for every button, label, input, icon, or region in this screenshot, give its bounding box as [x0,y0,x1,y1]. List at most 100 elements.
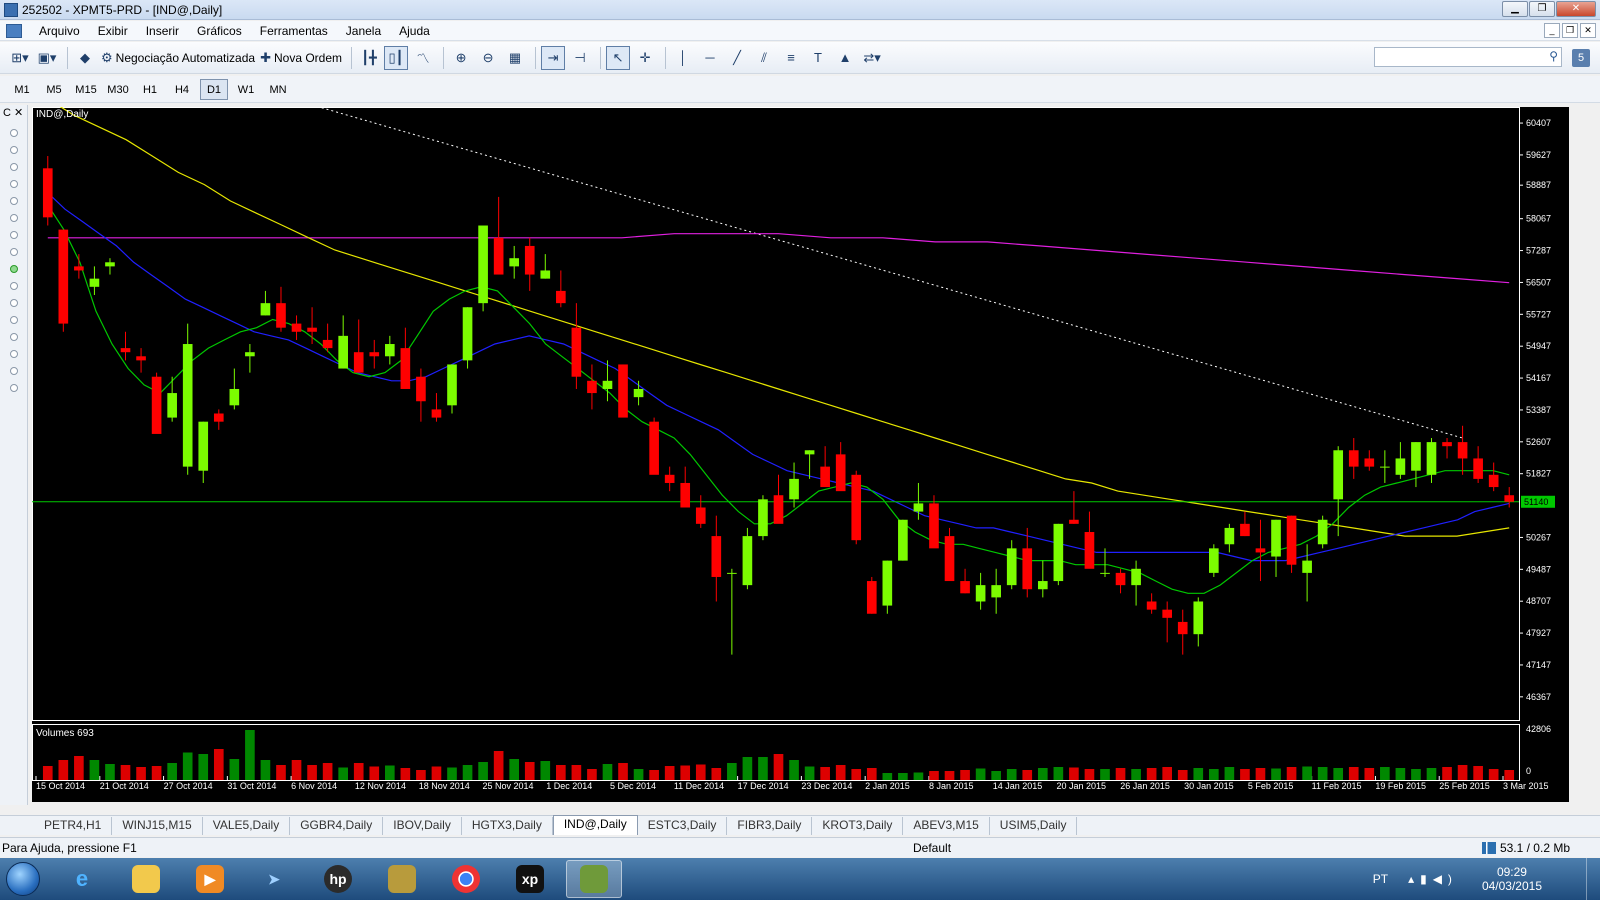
tab-usim5[interactable]: USIM5,Daily [990,817,1078,835]
text-icon[interactable]: T [806,46,830,70]
tab-hgtx3[interactable]: HGTX3,Daily [462,817,553,835]
timeframe-h1[interactable]: H1 [136,79,164,100]
panel-item-icon[interactable] [9,282,18,290]
timeframe-m15[interactable]: M15 [72,79,100,100]
horizontal-line-icon[interactable]: ─ [698,46,722,70]
tab-fibr3[interactable]: FIBR3,Daily [727,817,813,835]
taskbar-chrome[interactable] [438,860,494,898]
child-window-icon[interactable] [6,23,22,38]
panel-item-icon[interactable] [9,367,18,375]
new-order-button[interactable]: ✚ Nova Ordem [259,46,343,70]
new-chart-icon[interactable]: ⊞▾ [8,46,32,70]
close-button[interactable]: ✕ [1556,1,1596,17]
tab-abev3[interactable]: ABEV3,M15 [903,817,990,835]
tile-windows-icon[interactable]: ▦ [503,46,527,70]
tab-krot3[interactable]: KROT3,Daily [812,817,904,835]
fibonacci-icon[interactable]: ≡ [779,46,803,70]
vertical-line-icon[interactable]: │ [671,46,695,70]
panel-item-icon[interactable] [9,214,18,222]
search-icon[interactable]: ⚲ [1549,49,1558,63]
crosshair-icon[interactable]: ✛ [633,46,657,70]
taskbar-ie[interactable]: e [54,860,110,898]
candlestick-chart[interactable]: 60407 59627 58887 58067 57287 56507 55727 54947… [32,107,1569,802]
start-button[interactable] [0,858,46,900]
language-indicator[interactable]: PT [1373,872,1388,886]
auto-scroll-icon[interactable]: ⇥ [541,45,566,70]
taskbar-tool[interactable] [374,860,430,898]
profile-name[interactable]: Default [913,841,951,855]
timeframe-m1[interactable]: M1 [8,79,36,100]
menu-ferramentas[interactable]: Ferramentas [251,24,337,38]
tab-winj15[interactable]: WINJ15,M15 [112,817,203,835]
panel-close-icon[interactable]: ✕ [14,107,23,119]
chart-shift-icon[interactable]: ⊣ [568,46,592,70]
tab-petr4[interactable]: PETR4,H1 [34,817,113,835]
channel-icon[interactable]: ⫽ [752,46,776,70]
cursor-icon[interactable]: ↖ [606,45,631,70]
panel-item-icon[interactable] [9,350,18,358]
bar-chart-icon[interactable]: ┃╋ [357,46,381,70]
maximize-button[interactable]: ❐ [1529,1,1555,17]
tab-ind[interactable]: IND@,Daily [552,815,638,835]
shapes-icon[interactable]: ⇄▾ [860,46,884,70]
volume-bar [1084,769,1095,780]
menu-inserir[interactable]: Inserir [137,24,188,38]
panel-item-icon[interactable] [9,163,18,171]
trendline-icon[interactable]: ╱ [725,46,749,70]
timeframe-mn[interactable]: MN [264,79,292,100]
panel-item-icon[interactable] [9,384,18,392]
tab-vale5[interactable]: VALE5,Daily [203,817,291,835]
panel-item-icon[interactable] [9,197,18,205]
search-input[interactable] [1374,47,1562,67]
show-desktop-button[interactable] [1586,858,1600,900]
auto-trading-button[interactable]: ⚙ Negociação Automatizada [100,46,256,70]
strategy-tester-icon[interactable]: ◆ [73,46,97,70]
tray-icons[interactable]: ▴▮◀) [1408,872,1458,886]
xp-icon: xp [516,865,544,893]
menu-janela[interactable]: Janela [337,24,390,38]
volume-bar [42,766,53,780]
timeframe-d1[interactable]: D1 [200,78,228,100]
timeframe-m5[interactable]: M5 [40,79,68,100]
tab-ggbr4[interactable]: GGBR4,Daily [290,817,384,835]
candlestick-icon[interactable]: ▯┃ [384,45,409,70]
taskbar-metatrader[interactable] [566,860,622,898]
zoom-out-icon[interactable]: ⊖ [476,46,500,70]
taskbar-app[interactable]: ➤ [246,860,302,898]
taskbar-xp[interactable]: xp [502,860,558,898]
panel-item-icon[interactable] [9,333,18,341]
child-restore-button[interactable]: ❐ [1562,23,1578,38]
panel-item-icon[interactable] [9,146,18,154]
search-badge[interactable]: 5 [1572,49,1590,67]
profiles-icon[interactable]: ▣▾ [35,46,59,70]
panel-item-active-icon[interactable] [9,265,18,273]
chart-symbol-label: IND@,Daily [36,109,88,120]
menu-exibir[interactable]: Exibir [89,24,137,38]
zoom-in-icon[interactable]: ⊕ [449,46,473,70]
volume-bar [1442,767,1452,780]
child-close-button[interactable]: ✕ [1580,23,1596,38]
panel-item-icon[interactable] [9,129,18,137]
panel-item-icon[interactable] [9,299,18,307]
clock[interactable]: 09:29 04/03/2015 [1482,865,1542,893]
menu-graficos[interactable]: Gráficos [188,24,251,38]
tab-estc3[interactable]: ESTC3,Daily [638,817,728,835]
timeframe-m30[interactable]: M30 [104,79,132,100]
taskbar-hp[interactable]: hp [310,860,366,898]
panel-item-icon[interactable] [9,231,18,239]
taskbar-explorer[interactable] [118,860,174,898]
chart-window[interactable]: 60407 59627 58887 58067 57287 56507 55727 54947… [32,107,1569,802]
tab-ibov[interactable]: IBOV,Daily [383,817,462,835]
line-chart-icon[interactable]: 〽 [411,46,435,70]
menu-arquivo[interactable]: Arquivo [30,24,89,38]
timeframe-h4[interactable]: H4 [168,79,196,100]
menu-ajuda[interactable]: Ajuda [390,24,439,38]
panel-item-icon[interactable] [9,316,18,324]
panel-item-icon[interactable] [9,180,18,188]
taskbar-media[interactable]: ▶ [182,860,238,898]
label-icon[interactable]: ▲ [833,46,857,70]
child-minimize-button[interactable]: _ [1544,23,1560,38]
panel-item-icon[interactable] [9,248,18,256]
timeframe-w1[interactable]: W1 [232,79,260,100]
minimize-button[interactable]: ▁ [1502,1,1528,17]
